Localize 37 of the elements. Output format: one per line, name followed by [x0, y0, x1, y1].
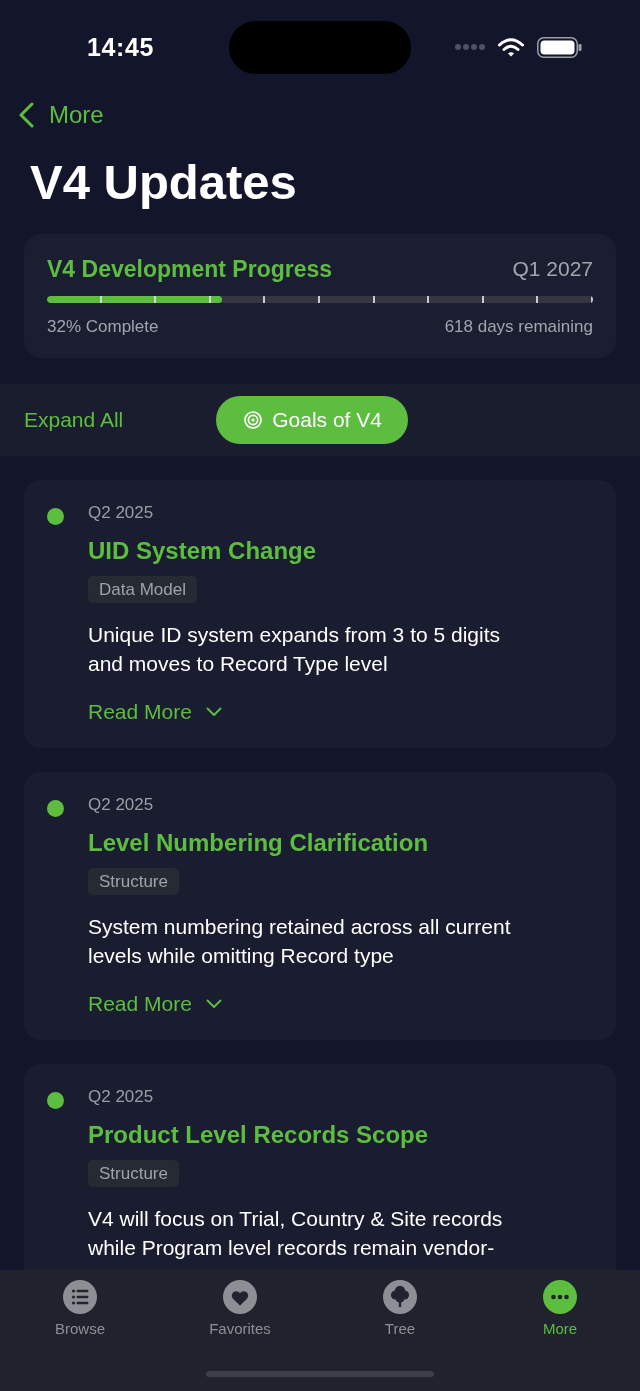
list-icon — [63, 1280, 97, 1314]
status-dot-icon — [47, 508, 64, 525]
page-title: V4 Updates — [30, 154, 298, 210]
progress-percent: 32% Complete — [47, 317, 159, 337]
category-tag: Structure — [88, 868, 179, 895]
read-more-button[interactable]: Read More — [88, 699, 222, 725]
status-dot-icon — [47, 1092, 64, 1109]
update-date: Q2 2025 — [88, 795, 155, 815]
update-description: V4 will focus on Trial, Country & Site records while Program level records remain vendor- — [88, 1206, 504, 1261]
more-icon — [543, 1280, 577, 1314]
target-icon — [244, 411, 263, 429]
tab-button[interactable]: More — [542, 1270, 578, 1338]
category-tag: Structure — [88, 1160, 179, 1187]
signal-icon — [455, 44, 485, 50]
target-date: Q1 2027 — [512, 256, 593, 282]
update-title: Product Level Records Scope — [88, 1120, 430, 1150]
expand-all-button[interactable]: Expand All — [24, 407, 124, 433]
update-date: Q2 2025 — [88, 1087, 155, 1107]
tab-button[interactable]: Favorites — [209, 1270, 271, 1338]
chevron-left-icon — [19, 102, 34, 128]
update-title: UID System Change — [88, 536, 318, 566]
wifi-icon — [498, 37, 524, 57]
update-description: System numbering retained across all current levels while omitting Record type — [88, 914, 512, 969]
status-time: 14:45 — [87, 32, 154, 62]
update-description: Unique ID system expands from 3 to 5 digits and moves to Record Type level — [88, 622, 502, 677]
status-dot-icon — [47, 800, 64, 817]
category-tag: Data Model — [88, 576, 197, 603]
tab-button[interactable]: Browse — [55, 1270, 105, 1338]
read-more-button[interactable]: Read More — [88, 991, 222, 1017]
progress-title: V4 Development Progress — [47, 256, 333, 282]
tab-button[interactable]: Tree — [383, 1270, 417, 1338]
battery-icon — [537, 36, 582, 58]
tree-icon — [383, 1280, 417, 1314]
back-button[interactable]: More — [19, 101, 104, 129]
days-remaining: 618 days remaining — [444, 317, 593, 337]
update-date: Q2 2025 — [88, 503, 155, 523]
update-title: Level Numbering Clarification — [88, 828, 430, 858]
